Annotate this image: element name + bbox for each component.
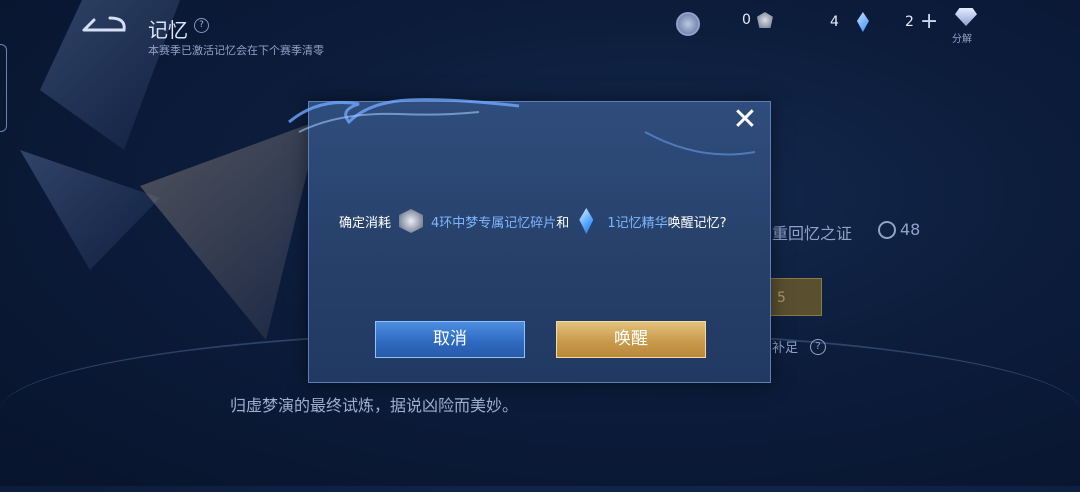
diamond-icon (955, 8, 977, 26)
memory-shard-icon (399, 209, 424, 233)
proof-coin-icon (878, 220, 896, 239)
resource-value-coin: 0 (742, 12, 751, 28)
page-title: 记忆 (148, 18, 188, 42)
memory-fragment-icon (756, 12, 773, 28)
decompose-button[interactable] (955, 8, 977, 26)
confirm-prefix: 确定消耗 (339, 215, 392, 231)
background-description: 归虚梦演的最终试炼，据说凶险而美妙。 (230, 396, 519, 415)
coin-icon (676, 12, 700, 36)
proof-label: 重回忆之证 (772, 224, 853, 243)
confirm-conjunction: 和 (556, 215, 570, 231)
back-arrow-icon[interactable] (80, 12, 128, 38)
memory-essence-icon (579, 208, 594, 234)
plus-icon[interactable]: + (920, 11, 938, 33)
insufficient-label: 补足 (772, 341, 799, 356)
resource-value-fragment: 4 (830, 14, 839, 30)
awaken-button[interactable]: 唤醒 (556, 321, 706, 358)
confirm-message: 确定消耗 4环中梦专属记忆碎片 和 1记忆精华 唤醒记忆? (339, 208, 727, 234)
background-gold-button[interactable]: 5 (770, 278, 822, 316)
proof-count-value: 48 (900, 220, 921, 239)
page-subtitle: 本赛季已激活记忆会在下个赛季清零 (148, 44, 324, 57)
resource-essence[interactable]: 4 (830, 12, 869, 32)
insufficient-row: 补足 ? (772, 337, 827, 356)
resource-fragment[interactable]: 0 (742, 12, 773, 28)
proof-count: 48 (878, 220, 920, 239)
confirm-suffix: 唤醒记忆? (667, 215, 727, 231)
decompose-label: 分解 (952, 34, 972, 45)
resource-coin[interactable] (676, 12, 700, 36)
item-shard-text: 4环中梦专属记忆碎片 (431, 215, 557, 231)
help-icon[interactable]: ? (810, 338, 827, 355)
top-bar: 记忆 ? 本赛季已激活记忆会在下个赛季清零 0 4 2 + 分解 (0, 0, 1080, 60)
confirm-dialog: ✕ 确定消耗 4环中梦专属记忆碎片 和 1记忆精华 唤醒记忆? 取消 唤醒 (288, 98, 771, 383)
info-icon[interactable]: ? (194, 18, 209, 33)
resource-essence-add[interactable]: 2 + (905, 11, 938, 33)
cancel-button[interactable]: 取消 (375, 321, 525, 358)
close-button[interactable]: ✕ (730, 105, 760, 135)
memory-essence-icon (856, 12, 869, 32)
dialog-ornament (288, 98, 520, 133)
resource-value-essence: 2 (905, 14, 914, 30)
item-essence-text: 1记忆精华 (607, 215, 668, 231)
